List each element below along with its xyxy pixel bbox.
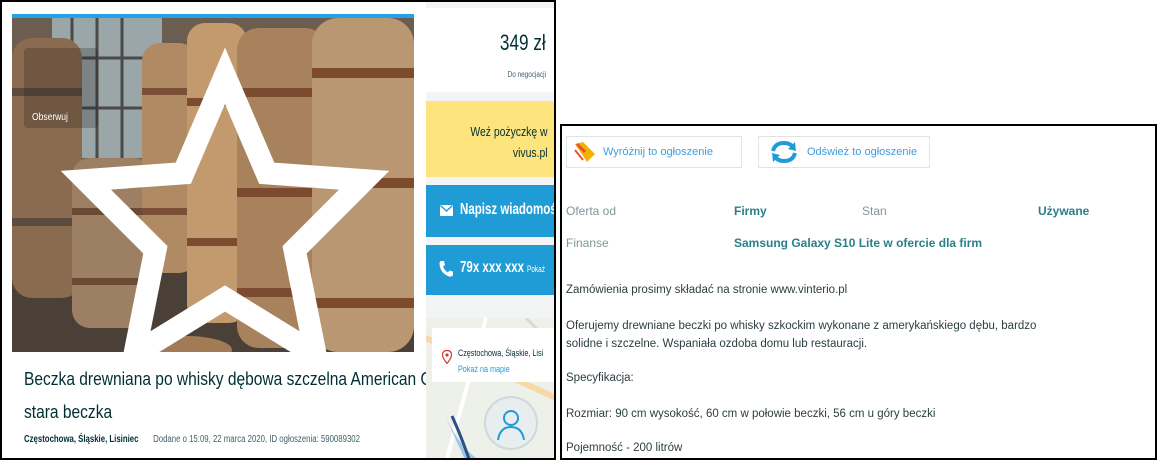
description-line: Oferujemy drewniane beczki po whisky szk… [566, 320, 1037, 332]
map-box[interactable]: Częstochowa, Śląskie, Lisi Pokaż na mapi… [426, 318, 554, 458]
listing-photo[interactable]: Obserwuj [12, 14, 414, 352]
description-line: Zamówienia prosimy składać na stronie ww… [566, 284, 848, 296]
star-icon [60, 48, 390, 352]
price-box: 349 zł Do negocjacji [426, 8, 554, 92]
description-line: Rozmiar: 90 cm wysokość, 60 cm w połowie… [566, 408, 936, 420]
description-line: Pojemność - 200 litrów [566, 442, 683, 454]
title-card: Beczka drewniana po whisky dębowa szczel… [12, 352, 449, 458]
show-phone-label[interactable]: Pokaż [527, 264, 545, 274]
loan-ad-text: Weź pożyczkę w vivus.pl [471, 121, 548, 163]
listing-sidebar: 349 zł Do negocjacji Weź pożyczkę w vivu… [426, 2, 556, 458]
listing-meta: Częstochowa, Śląskie, Lisiniec Dodane o … [24, 434, 360, 445]
listing-title-line1: Beczka drewniana po whisky dębowa szczel… [24, 368, 449, 389]
listing-title: Beczka drewniana po whisky dębowa szczel… [24, 362, 449, 428]
refresh-icon [771, 140, 797, 164]
follow-label: Obserwuj [32, 112, 68, 123]
listing-added-info: Dodane o 15:09, 22 marca 2020, ID ogłosz… [153, 434, 360, 445]
send-message-button[interactable]: Napisz wiadomość [426, 185, 556, 237]
highlight-ad-button[interactable]: Wyróżnij to ogłoszenie [566, 136, 742, 168]
listing-details-panel: Wyróżnij to ogłoszenie Odśwież to ogłosz… [560, 124, 1157, 460]
follow-button[interactable]: Obserwuj [24, 48, 390, 352]
phone-icon [439, 261, 453, 277]
offer-from-value[interactable]: Firmy [734, 204, 767, 218]
condition-value[interactable]: Używane [1038, 204, 1089, 218]
seller-avatar[interactable] [484, 396, 538, 450]
finance-value[interactable]: Samsung Galaxy S10 Lite w ofercie dla fi… [734, 236, 982, 250]
param-row: Oferta od Firmy Stan Używane [562, 204, 1155, 224]
listing-panel: Obserwuj Beczka drewniana po whisky dębo… [0, 0, 556, 460]
refresh-ad-label: Odśwież to ogłoszenie [807, 146, 918, 158]
negotiable-label: Do negocjacji [507, 70, 546, 79]
listing-location[interactable]: Częstochowa, Śląskie, Lisiniec [24, 434, 138, 445]
send-message-label: Napisz wiadomość [460, 201, 556, 218]
phone-number-text: 79x xxx xxx [460, 259, 525, 276]
description-line: Specyfikacja: [566, 372, 634, 384]
price: 349 zł [500, 30, 546, 55]
refresh-ad-button[interactable]: Odśwież to ogłoszenie [758, 136, 930, 168]
condition-label: Stan [862, 204, 887, 218]
show-on-map-link[interactable]: Pokaż na mapie [458, 364, 510, 374]
listing-actions: Wyróżnij to ogłoszenie Odśwież to ogłosz… [562, 136, 1155, 170]
offer-from-label: Oferta od [566, 204, 617, 218]
loan-ad-line1: Weź pożyczkę w [470, 124, 548, 139]
show-phone-button[interactable]: 79x xxx xxx Pokaż [426, 245, 554, 295]
location-pin-icon [442, 350, 452, 364]
finance-label: Finanse [566, 236, 609, 250]
description-line: solidne i szczelne. Wspaniała ozdoba dom… [566, 338, 868, 350]
phone-number: 79x xxx xxx Pokaż [460, 259, 545, 277]
loan-ad-line2: vivus.pl [513, 145, 548, 160]
highlight-ad-label: Wyróżnij to ogłoszenie [603, 146, 713, 158]
envelope-icon [440, 205, 453, 216]
param-row: Finanse Samsung Galaxy S10 Lite w oferci… [562, 236, 1155, 256]
listing-title-line2: stara beczka [24, 401, 113, 422]
map-location-text: Częstochowa, Śląskie, Lisi [458, 348, 544, 358]
map-location-card: Częstochowa, Śląskie, Lisi Pokaż na mapi… [432, 328, 554, 382]
loan-ad[interactable]: Weź pożyczkę w vivus.pl [426, 101, 554, 177]
highlight-icon [574, 142, 595, 162]
user-icon [497, 410, 525, 441]
